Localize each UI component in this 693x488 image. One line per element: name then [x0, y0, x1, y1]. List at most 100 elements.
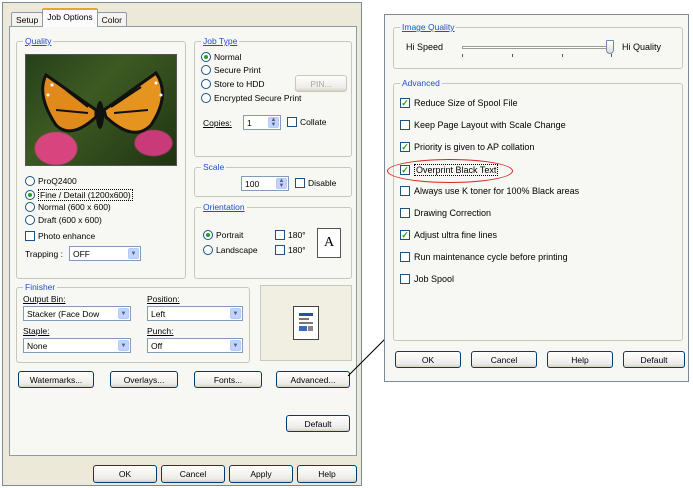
portrait-label: Portrait	[216, 230, 244, 240]
scale-disable-checkbox[interactable]: Disable	[295, 178, 336, 188]
quality-preview-image	[25, 54, 177, 166]
job-type-normal[interactable]: Normal	[201, 52, 241, 62]
job-type-option-label: Encrypted Secure Print	[214, 93, 302, 103]
fonts-button[interactable]: Fonts...	[194, 371, 262, 388]
job-type-secure-print[interactable]: Secure Print	[201, 65, 261, 75]
spinner-icon[interactable]: ▲ ▼	[268, 117, 279, 128]
quality-option-label: Draft (600 x 600)	[38, 215, 102, 225]
position-select[interactable]: Left ▼	[147, 306, 243, 321]
slider-tick	[611, 54, 612, 57]
pin-button[interactable]: PIN...	[295, 75, 347, 92]
hi-speed-label: Hi Speed	[406, 42, 444, 52]
job-type-group-label: Job Type	[201, 36, 240, 46]
advanced-option-label: Keep Page Layout with Scale Change	[414, 120, 566, 130]
punch-value: Off	[151, 340, 163, 351]
scale-value: 100	[245, 178, 260, 189]
checkbox-icon	[400, 186, 410, 196]
radio-selected-icon	[203, 230, 213, 240]
radio-icon	[25, 176, 35, 186]
ok-button[interactable]: OK	[93, 465, 157, 483]
orientation-preview-letter: A	[323, 235, 335, 250]
advanced-help-button[interactable]: Help	[547, 351, 613, 368]
collate-label: Collate	[300, 117, 327, 127]
job-type-store-to-hdd[interactable]: Store to HDD	[201, 79, 265, 89]
quality-option-fine[interactable]: Fine / Detail (1200x600)	[25, 189, 133, 201]
orientation-group: Orientation Portrait Landscape 180° 180°…	[194, 202, 352, 279]
rotate-180-label: 180°	[288, 245, 306, 255]
overlays-button[interactable]: Overlays...	[110, 371, 178, 388]
adjust-ultra-fine-lines-checkbox[interactable]: ✓ Adjust ultra fine lines	[400, 230, 497, 240]
advanced-button[interactable]: Advanced...	[276, 371, 350, 388]
collate-checkbox[interactable]: Collate	[287, 117, 326, 127]
quality-option-proq2400[interactable]: ProQ2400	[25, 176, 77, 186]
punch-select[interactable]: Off ▼	[147, 338, 243, 353]
portrait-rotate-180-checkbox[interactable]: 180°	[275, 230, 306, 240]
advanced-option-label: Reduce Size of Spool File	[414, 98, 518, 108]
position-label: Position:	[147, 294, 180, 304]
tab-setup[interactable]: Setup	[11, 12, 44, 27]
output-bin-label: Output Bin:	[23, 294, 66, 304]
checkbox-checked-icon: ✓	[400, 98, 410, 108]
landscape-label: Landscape	[216, 245, 258, 255]
advanced-ok-button[interactable]: OK	[395, 351, 461, 368]
chevron-down-icon[interactable]: ▼	[128, 248, 139, 259]
radio-selected-icon	[201, 52, 211, 62]
drawing-correction-checkbox[interactable]: Drawing Correction	[400, 208, 491, 218]
advanced-dialog: Image Quality Hi Speed Hi Quality Advanc…	[384, 14, 689, 382]
reduce-spool-file-checkbox[interactable]: ✓ Reduce Size of Spool File	[400, 98, 518, 108]
job-type-encrypted-secure-print[interactable]: Encrypted Secure Print	[201, 93, 301, 103]
orientation-portrait[interactable]: Portrait	[203, 230, 243, 240]
trapping-select[interactable]: OFF ▼	[69, 246, 141, 261]
advanced-option-label: Drawing Correction	[414, 208, 492, 218]
tab-color[interactable]: Color	[96, 12, 127, 27]
cancel-button[interactable]: Cancel	[161, 465, 225, 483]
quality-option-label: Fine / Detail (1200x600)	[38, 189, 133, 201]
checkbox-icon	[400, 208, 410, 218]
advanced-default-button[interactable]: Default	[623, 351, 685, 368]
copies-stepper[interactable]: 1 ▲ ▼	[243, 115, 281, 130]
slider-tick	[512, 54, 513, 57]
chevron-down-icon[interactable]: ▼	[230, 340, 241, 351]
chevron-down-icon[interactable]: ▼	[230, 308, 241, 319]
checkbox-icon	[400, 120, 410, 130]
job-spool-checkbox[interactable]: Job Spool	[400, 274, 454, 284]
orientation-preview-icon: A	[317, 228, 341, 258]
checkbox-icon	[295, 178, 305, 188]
radio-icon	[203, 245, 213, 255]
apply-button[interactable]: Apply	[229, 465, 293, 483]
quality-slider[interactable]	[462, 46, 612, 49]
radio-icon	[201, 79, 211, 89]
document-page-icon	[293, 306, 319, 340]
quality-group-label: Quality	[23, 36, 54, 46]
chevron-down-icon[interactable]: ▼	[118, 340, 129, 351]
output-bin-select[interactable]: Stacker (Face Dow ▼	[23, 306, 131, 321]
orientation-landscape[interactable]: Landscape	[203, 245, 258, 255]
advanced-cancel-button[interactable]: Cancel	[471, 351, 537, 368]
advanced-option-label: Always use K toner for 100% Black areas	[414, 186, 580, 196]
default-button[interactable]: Default	[286, 415, 350, 432]
quality-option-normal[interactable]: Normal (600 x 600)	[25, 202, 111, 212]
quality-option-draft[interactable]: Draft (600 x 600)	[25, 215, 102, 225]
job-type-option-label: Store to HDD	[214, 79, 265, 89]
checkbox-checked-icon: ✓	[400, 230, 410, 240]
chevron-down-icon[interactable]: ▼	[118, 308, 129, 319]
keep-page-layout-checkbox[interactable]: Keep Page Layout with Scale Change	[400, 120, 566, 130]
help-button[interactable]: Help	[297, 465, 357, 483]
quality-option-label: Normal (600 x 600)	[38, 202, 111, 212]
scale-stepper[interactable]: 100 ▲ ▼	[241, 176, 289, 191]
radio-icon	[201, 93, 211, 103]
photo-enhance-checkbox[interactable]: Photo enhance	[25, 231, 95, 241]
run-maintenance-cycle-checkbox[interactable]: Run maintenance cycle before printing	[400, 252, 568, 262]
watermarks-button[interactable]: Watermarks...	[18, 371, 94, 388]
priority-ap-collation-checkbox[interactable]: ✓ Priority is given to AP collation	[400, 142, 534, 152]
tab-job-options[interactable]: Job Options	[42, 8, 98, 27]
staple-label: Staple:	[23, 326, 50, 336]
spinner-icon[interactable]: ▲ ▼	[276, 178, 287, 189]
landscape-rotate-180-checkbox[interactable]: 180°	[275, 245, 306, 255]
trapping-label: Trapping :	[25, 249, 63, 259]
checkbox-icon	[275, 230, 285, 240]
scale-group-label: Scale	[201, 162, 227, 172]
always-use-k-toner-checkbox[interactable]: Always use K toner for 100% Black areas	[400, 186, 579, 196]
quality-slider-thumb[interactable]	[606, 40, 614, 54]
staple-select[interactable]: None ▼	[23, 338, 131, 353]
